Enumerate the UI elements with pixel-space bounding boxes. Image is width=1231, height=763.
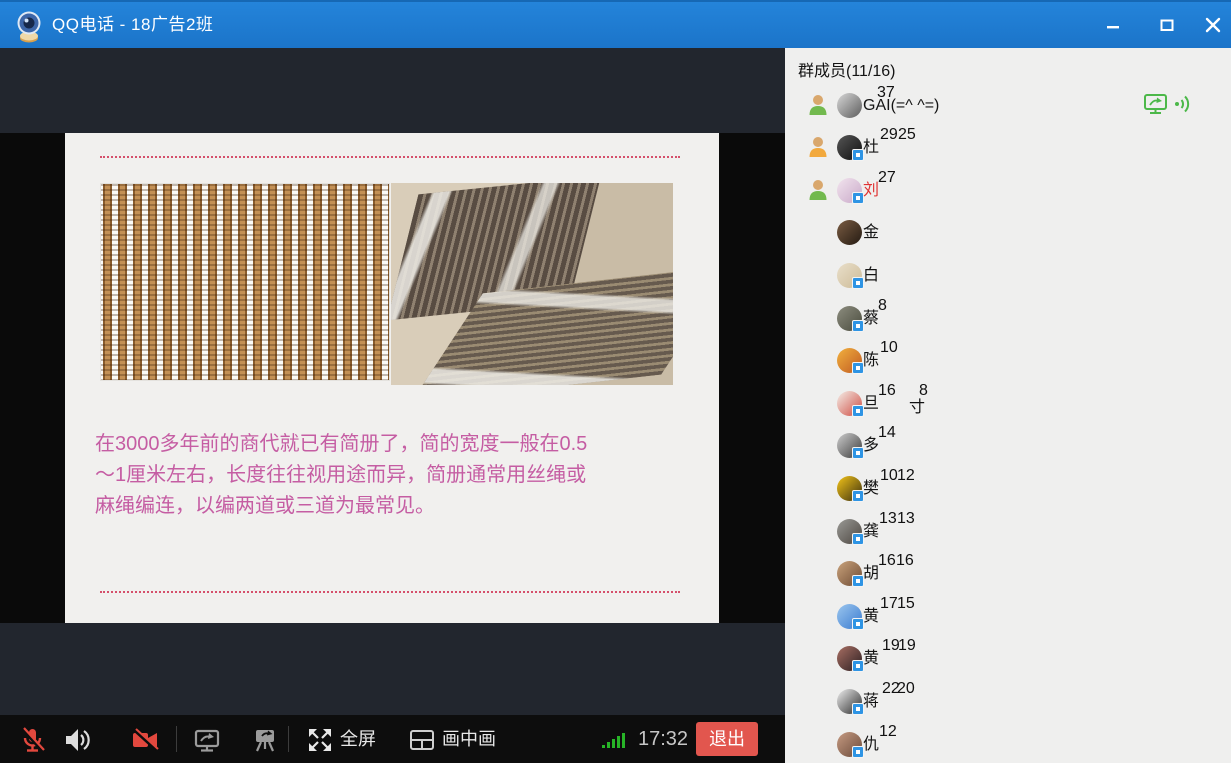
member-row[interactable]: 仇12	[785, 723, 1231, 763]
member-row[interactable]: 胡1616	[785, 552, 1231, 595]
toolbar-divider	[288, 726, 289, 752]
member-row[interactable]: 杜2925	[785, 126, 1231, 169]
member-count-header: 群成员(11/16)	[798, 57, 896, 81]
member-name: 多	[863, 424, 879, 467]
member-name: 旦	[863, 382, 879, 425]
screen-share-button[interactable]	[192, 725, 222, 755]
partial-name-char: 37	[877, 84, 895, 102]
member-row[interactable]: 黄1919	[785, 637, 1231, 680]
online-status-person-icon	[808, 94, 828, 116]
partial-name-char: 13	[897, 510, 915, 528]
member-name: 龚	[863, 510, 879, 553]
window-title: QQ电话 - 18广告2班	[52, 2, 213, 48]
partial-name-char: 16	[878, 382, 896, 400]
member-name: 刘	[863, 169, 879, 212]
titlebar: QQ电话 - 18广告2班	[0, 0, 1231, 48]
slide-dotted-line-top	[100, 156, 680, 158]
speaker-button[interactable]	[62, 725, 92, 755]
fullscreen-icon[interactable]	[306, 726, 334, 754]
member-row[interactable]: 蒋2220	[785, 680, 1231, 723]
member-row[interactable]: 黄1715	[785, 595, 1231, 638]
partial-name-char: 16	[878, 552, 896, 570]
partial-name-char: 10	[880, 467, 898, 485]
partial-name-char: 15	[897, 595, 915, 613]
webcam-app-icon	[13, 9, 45, 43]
qq-call-window: QQ电话 - 18广告2班 在3000多年前的商代就已有简册了，简的宽度一般在0…	[0, 0, 1231, 763]
member-name: 白	[863, 254, 879, 297]
video-bottom-band	[0, 623, 785, 715]
slide-dotted-line-bottom	[100, 591, 680, 593]
partial-name-char: 12	[897, 467, 915, 485]
avatar	[837, 220, 862, 245]
pip-button[interactable]: 画中画	[442, 715, 496, 763]
member-name: GAI(=^ ^=)	[863, 84, 939, 127]
partial-name-char: 17	[880, 595, 898, 613]
camera-muted-button[interactable]	[130, 725, 160, 755]
minimize-icon	[1106, 18, 1120, 32]
maximize-button[interactable]	[1144, 2, 1190, 48]
video-top-band	[0, 48, 785, 133]
partial-name-char: 8	[878, 297, 887, 315]
member-row[interactable]: 金	[785, 211, 1231, 254]
member-row[interactable]: 龚1313	[785, 510, 1231, 553]
mic-muted-button[interactable]	[17, 725, 47, 755]
avatar	[837, 93, 862, 118]
minimize-button[interactable]	[1090, 2, 1136, 48]
partial-name-char: 14	[878, 424, 896, 442]
member-name: 蔡	[863, 297, 879, 340]
member-activity-icons	[1143, 92, 1213, 116]
partial-name-char: 16	[896, 552, 914, 570]
fullscreen-button[interactable]: 全屏	[340, 715, 376, 763]
voice-wave-icon	[1173, 94, 1193, 114]
signal-bars-icon	[602, 732, 628, 749]
toolbar-divider	[176, 726, 177, 752]
member-row[interactable]: GAI(=^ ^=)37	[785, 84, 1231, 127]
partial-name-char: 13	[879, 510, 897, 528]
online-status-person-icon	[808, 179, 828, 201]
close-icon	[1205, 17, 1221, 33]
member-name: 蒋	[863, 680, 879, 723]
member-row[interactable]: 樊1012	[785, 467, 1231, 510]
partial-name-char: 8	[919, 382, 928, 400]
partial-name-char: 19	[898, 637, 916, 655]
bamboo-book-open-photo	[391, 183, 673, 385]
member-row[interactable]: 刘27	[785, 169, 1231, 212]
member-row[interactable]: 旦16寸8	[785, 382, 1231, 425]
partial-name-char: 25	[898, 126, 916, 144]
member-row[interactable]: 陈10	[785, 339, 1231, 382]
member-row[interactable]: 白	[785, 254, 1231, 297]
close-button[interactable]	[1190, 2, 1231, 48]
exit-call-button[interactable]: 退出	[696, 722, 758, 756]
partial-name-char: 10	[880, 339, 898, 357]
partial-name-char: 29	[880, 126, 898, 144]
screen-share-icon	[1143, 93, 1168, 115]
slide-body-text: 在3000多年前的商代就已有简册了，简的宽度一般在0.5 ～1厘米左右，长度往往…	[95, 429, 707, 522]
bamboo-slips-strips-photo	[100, 183, 390, 381]
maximize-icon	[1160, 18, 1174, 32]
partial-name-char: 12	[879, 723, 897, 741]
member-row[interactable]: 多14	[785, 424, 1231, 467]
partial-name-char: 27	[878, 169, 896, 187]
member-name: 胡	[863, 552, 879, 595]
pip-icon[interactable]	[408, 726, 436, 754]
member-name: 金	[863, 211, 879, 254]
video-area: 在3000多年前的商代就已有简册了，简的宽度一般在0.5 ～1厘米左右，长度往往…	[0, 48, 785, 715]
projector-button[interactable]	[250, 725, 280, 755]
member-name: 黄	[863, 637, 879, 680]
call-toolbar: 全屏 画中画 17:32 退出	[0, 715, 785, 763]
call-duration: 17:32	[638, 715, 688, 763]
member-name: 黄	[863, 595, 879, 638]
member-name: 樊	[863, 467, 879, 510]
online-status-person-icon	[808, 136, 828, 158]
member-name: 杜	[863, 126, 879, 169]
member-sidebar: 群成员(11/16) GAI(=^ ^=)37 杜2925 刘27金白蔡8陈10…	[785, 48, 1231, 763]
member-name: 仇	[863, 723, 879, 763]
partial-name-char: 20	[897, 680, 915, 698]
presentation-slide: 在3000多年前的商代就已有简册了，简的宽度一般在0.5 ～1厘米左右，长度往往…	[65, 133, 719, 623]
member-row[interactable]: 蔡8	[785, 297, 1231, 340]
member-name: 陈	[863, 339, 879, 382]
